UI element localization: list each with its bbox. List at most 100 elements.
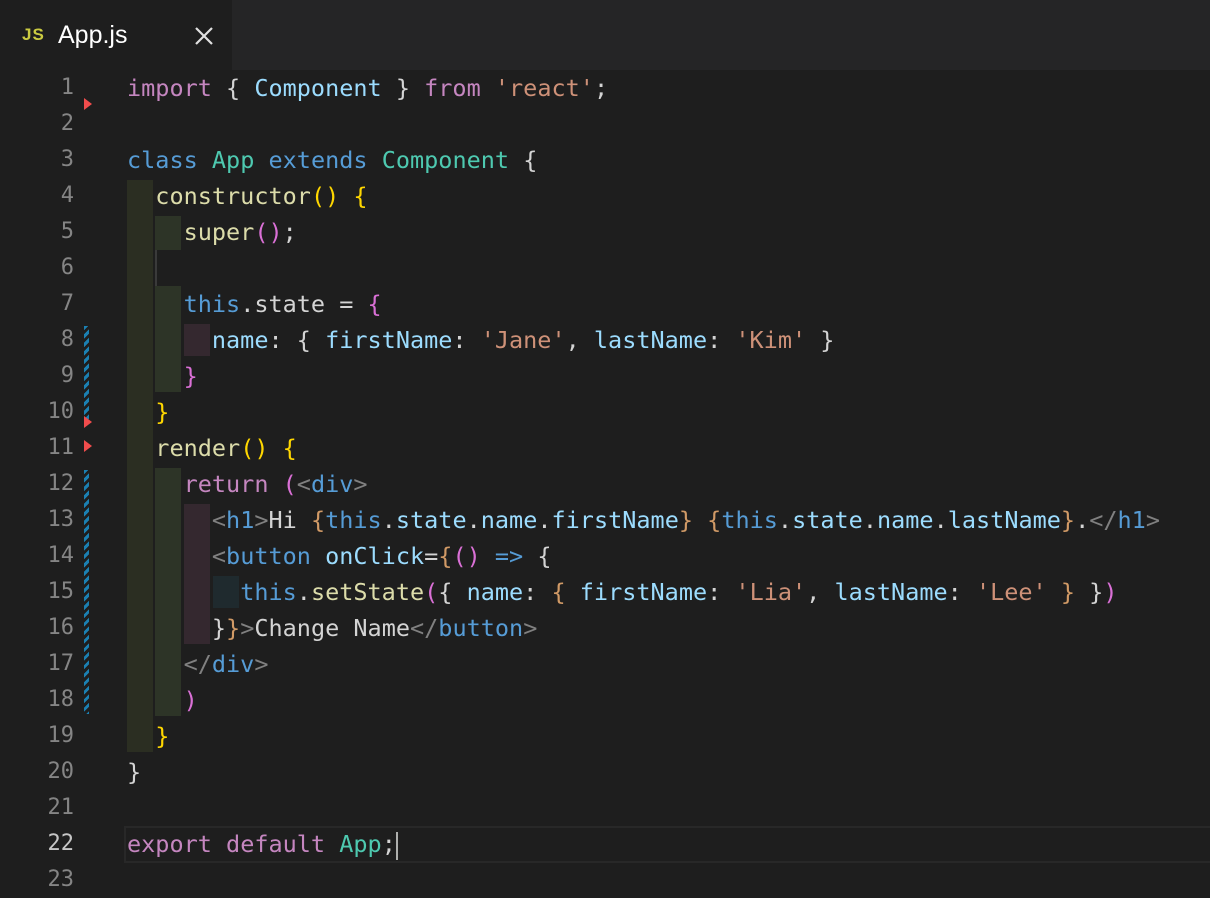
code-line[interactable]: 5 super(); [0, 214, 1210, 250]
git-deleted-marker[interactable] [84, 440, 92, 452]
code-line[interactable]: 7 this.state = { [0, 286, 1210, 322]
code-line[interactable]: 4 constructor() { [0, 178, 1210, 214]
code-token: , [565, 326, 594, 354]
line-number: 4 [60, 183, 74, 208]
code-line[interactable]: 13 <h1>Hi {this.state.name.firstName} {t… [0, 502, 1210, 538]
code-token: < [211, 506, 227, 534]
code-token: firstName [551, 506, 679, 534]
line-number: 17 [47, 651, 75, 676]
line-number: 2 [60, 111, 74, 136]
line-number: 11 [47, 435, 75, 460]
code-line[interactable]: 2 [0, 106, 1210, 142]
code-line[interactable]: 16 }}>Change Name</button> [0, 610, 1210, 646]
code-token: onClick [325, 542, 425, 570]
code-token: { [551, 578, 566, 606]
line-number: 14 [47, 543, 75, 568]
code-token: div [310, 470, 354, 498]
git-deleted-marker[interactable] [84, 98, 92, 110]
git-modified-marker[interactable] [84, 326, 89, 424]
code-token: } [155, 722, 170, 750]
code-token: } [127, 758, 142, 786]
code-token: class [127, 146, 198, 174]
code-text: <h1>Hi {this.state.name.firstName} {this… [127, 502, 1160, 538]
indent-guide [184, 324, 210, 356]
code-token: } [381, 74, 425, 102]
code-line[interactable]: 1 import { Component } from 'react'; [0, 70, 1210, 106]
code-token: } [1075, 578, 1104, 606]
code-token: > [1145, 506, 1160, 534]
code-token: from [424, 74, 481, 102]
code-token: </ [1089, 506, 1118, 534]
code-token: Change Name [254, 614, 410, 642]
tab-bar: JS App.js [0, 0, 1210, 70]
code-token: 'Kim' [735, 326, 807, 354]
code-line[interactable]: 8 name: { firstName: 'Jane', lastName: '… [0, 322, 1210, 358]
code-line[interactable]: 17 </div> [0, 646, 1210, 682]
code-token: : [452, 326, 481, 354]
code-token: { [523, 542, 552, 570]
code-token: () [240, 434, 269, 462]
code-line[interactable]: 14 <button onClick={() => { [0, 538, 1210, 574]
code-line[interactable]: 9 } [0, 358, 1210, 394]
code-token: div [211, 650, 255, 678]
code-line[interactable]: 10 } [0, 394, 1210, 430]
code-line[interactable]: 18 ) [0, 682, 1210, 718]
indent-guide [155, 468, 181, 716]
code-token: } [678, 506, 694, 534]
code-token: button [438, 614, 524, 642]
code-token: } [155, 398, 170, 426]
code-token: } [1060, 506, 1076, 534]
code-token: name [480, 506, 538, 534]
code-line[interactable]: 21 [0, 790, 1210, 826]
tab-title: App.js [58, 21, 128, 49]
line-number: 9 [60, 363, 74, 388]
code-token: firstName [325, 326, 453, 354]
close-icon[interactable] [192, 24, 216, 48]
code-token: { [353, 182, 368, 210]
git-deleted-marker[interactable] [84, 416, 92, 428]
code-token: lastName [947, 506, 1061, 534]
code-line[interactable]: 12 return (<div> [0, 466, 1210, 502]
code-line[interactable]: 6 [0, 250, 1210, 286]
code-text: class App extends Component { [127, 142, 537, 178]
code-token: this [183, 290, 241, 318]
code-line[interactable]: 19 } [0, 718, 1210, 754]
code-token: } [1060, 578, 1076, 606]
line-number: 19 [47, 723, 75, 748]
line-number: 3 [60, 147, 74, 172]
git-modified-marker[interactable] [84, 470, 89, 714]
code-token: { [310, 506, 326, 534]
code-token: name [466, 578, 524, 606]
code-token: { [438, 578, 467, 606]
code-line[interactable]: 20} [0, 754, 1210, 790]
code-token: </ [183, 650, 212, 678]
code-token: : [523, 578, 552, 606]
code-token: render [155, 434, 241, 462]
code-token: Component [254, 74, 382, 102]
code-token: setState [310, 578, 425, 606]
code-token: Hi [268, 506, 311, 534]
code-line[interactable]: 3 class App extends Component { [0, 142, 1210, 178]
code-token: 'Lee' [975, 578, 1047, 606]
code-text: import { Component } from 'react'; [127, 70, 608, 106]
code-token: name [876, 506, 934, 534]
code-line[interactable]: 11 render() { [0, 430, 1210, 466]
code-line[interactable]: 23 [0, 862, 1210, 898]
code-line[interactable]: 15 this.setState({ name: { firstName: 'L… [0, 574, 1210, 610]
code-token: lastName [834, 578, 948, 606]
code-editor[interactable]: 1 import { Component } from 'react'; 2 3 cla… [0, 70, 1210, 892]
code-token: . [381, 506, 396, 534]
tab-app-js[interactable]: JS App.js [0, 0, 232, 70]
code-token: () [310, 182, 340, 210]
code-token: this [721, 506, 778, 534]
code-token: this [240, 578, 297, 606]
line-number: 12 [47, 471, 75, 496]
code-token: . [1075, 506, 1090, 534]
code-line[interactable]: 22 export default App; [0, 826, 1210, 863]
